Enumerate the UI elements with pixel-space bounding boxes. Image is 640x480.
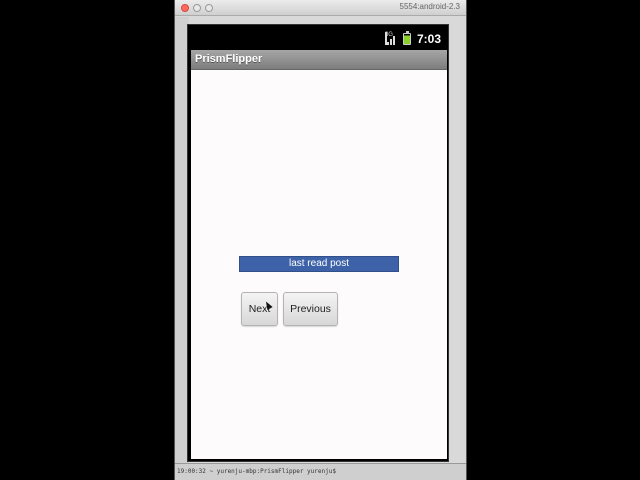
terminal-prompt: 19:00:32 ~ yurenju-mbp:PrismFlipper yure… [175,463,466,480]
app-title: PrismFlipper [195,53,263,65]
close-window-icon[interactable] [181,4,189,12]
last-read-post-banner: last read post [239,256,399,272]
previous-button[interactable]: Previous [283,292,338,326]
signal-icon: 3G [384,31,397,45]
battery-icon [402,31,411,45]
app-content: last read post Next Previous [191,70,447,459]
maximize-window-icon[interactable] [205,4,213,12]
status-bar: 3G 7:03 [191,28,447,50]
minimize-window-icon[interactable] [193,4,201,12]
device-screen: 3G 7:03 PrismFlipper last read post Next… [187,24,449,462]
next-button[interactable]: Next [241,292,278,326]
app-title-bar: PrismFlipper [191,50,447,70]
status-clock: 7:03 [416,32,441,46]
status-icons: 3G 7:03 [384,31,441,47]
host-titlebar: 5554:android-2.3 [175,0,466,16]
host-window-title: 5554:android-2.3 [399,2,461,11]
